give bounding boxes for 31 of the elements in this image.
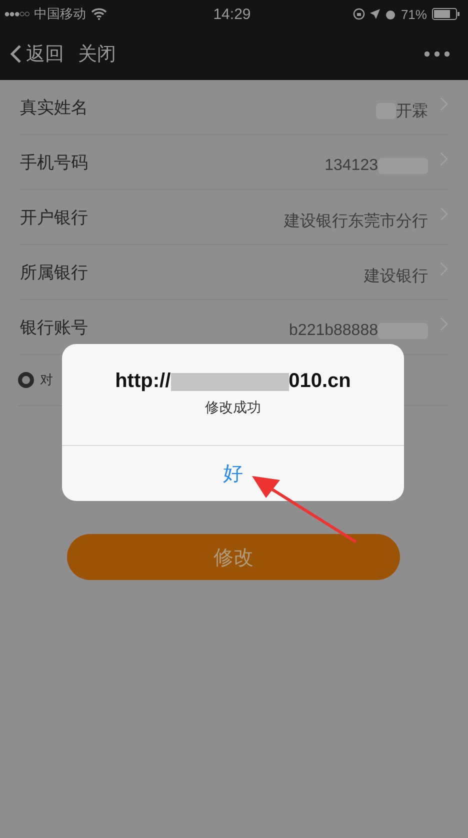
- battery-icon: [432, 8, 460, 20]
- form-row[interactable]: 手机号码 134123: [20, 135, 448, 190]
- field-value: 开霖: [396, 102, 428, 122]
- signal-strength: ●●●○○: [4, 8, 30, 20]
- field-value: b221b88888: [289, 322, 378, 340]
- dialog-title: 010.cn: [288, 370, 351, 393]
- dialog-title: http://: [115, 370, 171, 393]
- back-button[interactable]: 返回: [10, 41, 64, 67]
- form-row[interactable]: 真实姓名 开霖: [20, 80, 448, 135]
- chevron-left-icon: [10, 44, 22, 64]
- field-value: 134123: [324, 157, 378, 175]
- field-value: 建设银行: [364, 266, 428, 286]
- field-label: 真实姓名: [20, 96, 88, 118]
- close-button[interactable]: 关闭: [78, 41, 116, 67]
- carrier-name: 中国移动: [34, 5, 86, 23]
- field-label: 开户银行: [20, 206, 88, 228]
- rotation-lock-icon: [352, 8, 365, 20]
- radio-label: 对: [40, 371, 53, 389]
- field-value: 建设银行东莞市分行: [284, 212, 428, 232]
- dialog-message: 修改成功: [205, 399, 261, 417]
- battery-percent: 71%: [400, 6, 427, 22]
- clock-time: 14:29: [213, 6, 251, 22]
- wifi-icon: [91, 8, 108, 20]
- field-label: 手机号码: [20, 152, 88, 174]
- field-label: 银行账号: [20, 316, 88, 338]
- more-icon[interactable]: [424, 51, 450, 57]
- radio-button[interactable]: [18, 372, 34, 388]
- field-label: 所属银行: [20, 262, 88, 284]
- form-row[interactable]: 所属银行 建设银行: [20, 245, 448, 300]
- location-icon: [370, 9, 380, 19]
- form-row[interactable]: 开户银行 建设银行东莞市分行: [20, 190, 448, 245]
